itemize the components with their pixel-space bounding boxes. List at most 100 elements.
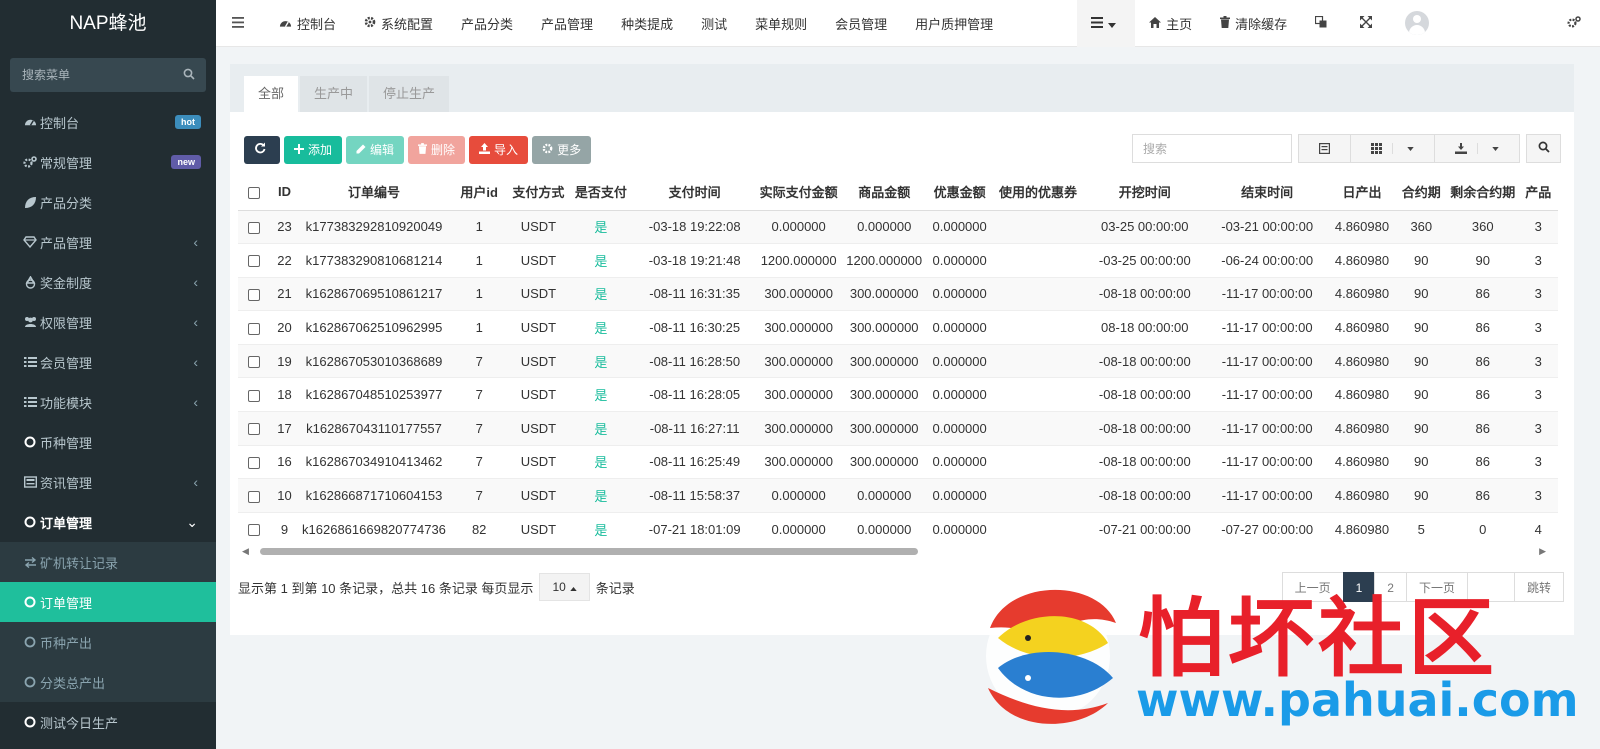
clear-cache-button[interactable]: 清除缓存	[1206, 0, 1301, 47]
top-nav-pledge[interactable]: 用户质押管理	[901, 0, 1007, 47]
delete-button[interactable]: 删除	[408, 136, 466, 164]
row-select-cell[interactable]	[238, 411, 271, 446]
row-checkbox[interactable]	[248, 322, 261, 335]
col-header[interactable]: 使用的优惠券	[992, 174, 1084, 211]
col-header[interactable]: 结束时间	[1205, 174, 1329, 211]
tab-stopped[interactable]: 停止生产	[369, 76, 450, 112]
col-header[interactable]: 产品	[1518, 174, 1558, 211]
top-nav-commission[interactable]: 种类提成	[607, 0, 687, 47]
table-row[interactable]: 9 k1626861669820774736 82 USDT 是 -07-21 18:01…	[238, 512, 1558, 544]
top-nav-product-category[interactable]: 产品分类	[447, 0, 527, 47]
table-row[interactable]: 20 k162867062510962995 1 USDT 是 -08-11 16:30:…	[238, 310, 1558, 345]
sidebar-item-currency-output[interactable]: 币种产出	[0, 622, 216, 662]
row-select-cell[interactable]	[238, 512, 271, 544]
brand-logo[interactable]: NAP蜂池	[0, 0, 216, 47]
row-select-cell[interactable]	[238, 445, 271, 480]
sidebar-item-test-production[interactable]: 测试今日生产	[0, 702, 216, 742]
fullscreen-button[interactable]	[1346, 0, 1391, 47]
row-select-cell[interactable]	[238, 243, 271, 278]
more-button[interactable]: 更多	[532, 136, 592, 164]
table-row[interactable]: 23 k177383292810920049 1 USDT 是 -03-18 19:22:…	[238, 210, 1558, 245]
row-checkbox[interactable]	[248, 423, 261, 436]
card-view-toggle[interactable]	[1299, 135, 1351, 162]
tab-all[interactable]: 全部	[244, 76, 299, 112]
row-checkbox[interactable]	[248, 356, 261, 369]
settings-button[interactable]	[1553, 0, 1600, 47]
sidebar-item-bonus[interactable]: 奖金制度 ‹	[0, 262, 216, 302]
col-header[interactable]: 是否支付	[568, 174, 634, 211]
sidebar-item-permission[interactable]: 权限管理 ‹	[0, 302, 216, 342]
row-checkbox[interactable]	[248, 457, 261, 470]
sidebar-item-general[interactable]: 常规管理 new	[0, 142, 216, 182]
sidebar-item-orders[interactable]: 订单管理	[0, 582, 216, 622]
col-header[interactable]: 剩余合约期	[1446, 174, 1519, 211]
sidebar-toggle[interactable]	[216, 0, 265, 47]
columns-dropdown[interactable]	[1351, 135, 1435, 162]
row-select-cell[interactable]	[238, 210, 271, 245]
horizontal-scrollbar[interactable]: ◀ ▶	[242, 546, 1546, 557]
scrollbar-thumb[interactable]	[260, 548, 918, 555]
col-header[interactable]: 优惠金额	[926, 174, 993, 211]
more-nav-dropdown[interactable]	[1077, 0, 1136, 47]
sidebar-item-transfer-records[interactable]: 矿机转让记录	[0, 542, 216, 582]
row-select-cell[interactable]	[238, 377, 271, 413]
sidebar-item-product-category[interactable]: 产品分类	[0, 182, 216, 222]
sidebar-item-currency[interactable]: 币种管理	[0, 422, 216, 462]
row-checkbox[interactable]	[248, 490, 261, 503]
scroll-left-icon[interactable]: ◀	[242, 546, 249, 557]
export-dropdown[interactable]	[1435, 135, 1519, 162]
sidebar-item-news[interactable]: 资讯管理 ‹	[0, 462, 216, 502]
row-checkbox[interactable]	[248, 389, 261, 402]
top-nav-member[interactable]: 会员管理	[821, 0, 901, 47]
table-row[interactable]: 18 k162867048510253977 7 USDT 是 -08-11 16:28:…	[238, 377, 1558, 413]
user-menu[interactable]	[1391, 0, 1443, 47]
col-header[interactable]: 用户id	[449, 174, 509, 211]
top-nav-system-config[interactable]: 系统配置	[350, 0, 447, 47]
table-row[interactable]: 16 k162867034910413462 7 USDT 是 -08-11 16:25:…	[238, 445, 1558, 480]
col-header[interactable]: 开挖时间	[1083, 174, 1206, 211]
import-button[interactable]: 导入	[469, 136, 529, 164]
scroll-right-icon[interactable]: ▶	[1539, 546, 1546, 557]
advanced-search-button[interactable]	[1526, 134, 1561, 163]
refresh-button[interactable]	[244, 136, 280, 164]
table-row[interactable]: 21 k162867069510861217 1 USDT 是 -08-11 16:31:…	[238, 277, 1558, 312]
col-header[interactable]: 支付时间	[633, 174, 756, 211]
top-nav-dashboard[interactable]: 控制台	[265, 0, 350, 47]
col-header[interactable]: 支付方式	[508, 174, 569, 211]
row-select-cell[interactable]	[238, 478, 271, 513]
row-checkbox[interactable]	[248, 524, 261, 537]
col-header[interactable]: 订单编号	[298, 174, 450, 211]
col-header[interactable]: 商品金额	[841, 174, 927, 211]
row-select-cell[interactable]	[238, 310, 271, 345]
sidebar-item-modules[interactable]: 功能模块 ‹	[0, 382, 216, 422]
row-checkbox[interactable]	[248, 221, 261, 234]
table-row[interactable]: 22 k177383290810681214 1 USDT 是 -03-18 19:21:…	[238, 243, 1558, 278]
select-all-checkbox[interactable]	[248, 186, 261, 199]
table-row[interactable]: 10 k162866871710604153 7 USDT 是 -08-11 15:58:…	[238, 478, 1558, 513]
sidebar-item-category-output[interactable]: 分类总产出	[0, 662, 216, 702]
table-search-input[interactable]	[1132, 134, 1292, 163]
top-nav-menu-rules[interactable]: 菜单规则	[741, 0, 821, 47]
search-icon[interactable]	[183, 68, 195, 83]
row-select-cell[interactable]	[238, 277, 271, 312]
tab-producing[interactable]: 生产中	[300, 76, 368, 112]
row-checkbox[interactable]	[248, 255, 261, 268]
top-nav-test[interactable]: 测试	[687, 0, 741, 47]
select-all-header[interactable]	[238, 174, 271, 211]
sidebar-item-orders-group[interactable]: 订单管理 ⌄	[0, 502, 216, 542]
col-header[interactable]: 合约期	[1395, 174, 1447, 211]
col-header[interactable]: ID	[270, 174, 299, 211]
page-size-select[interactable]: 10	[539, 573, 590, 601]
translate-button[interactable]	[1301, 0, 1346, 47]
row-select-cell[interactable]	[238, 344, 271, 379]
add-button[interactable]: 添加	[284, 136, 343, 164]
home-link[interactable]: 主页	[1135, 0, 1206, 47]
edit-button[interactable]: 编辑	[346, 136, 405, 164]
top-nav-product-manage[interactable]: 产品管理	[527, 0, 607, 47]
sidebar-item-dashboard[interactable]: 控制台 hot	[0, 102, 216, 142]
sidebar-search-input[interactable]	[10, 58, 206, 92]
row-checkbox[interactable]	[248, 289, 261, 302]
sidebar-item-member[interactable]: 会员管理 ‹	[0, 342, 216, 382]
col-header[interactable]: 日产出	[1328, 174, 1396, 211]
sidebar-item-product-manage[interactable]: 产品管理 ‹	[0, 222, 216, 262]
